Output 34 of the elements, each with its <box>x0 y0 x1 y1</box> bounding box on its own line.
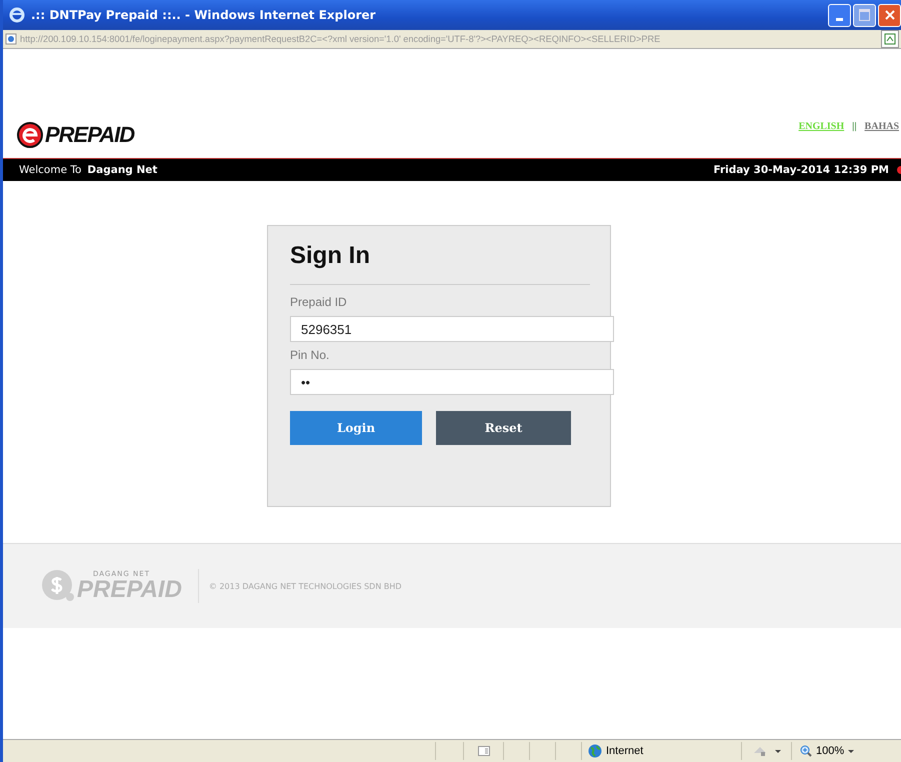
date-time: Friday 30-May-2014 12:39 PM <box>713 164 889 176</box>
protected-mode-button[interactable] <box>752 745 780 757</box>
e-logo-icon <box>17 122 43 148</box>
company-name: Dagang Net <box>87 164 158 176</box>
close-icon <box>884 10 894 20</box>
window-title: .:: DNTPay Prepaid ::.. - Windows Internet Explorer <box>31 8 377 22</box>
zone-text: Internet <box>606 745 644 757</box>
page-icon <box>5 33 17 45</box>
maximize-button[interactable] <box>853 4 876 26</box>
language-link[interactable]: BAHAS <box>864 121 899 132</box>
input-field[interactable]: •• <box>290 369 614 395</box>
logo-text: PREPAID <box>45 122 134 148</box>
input-field[interactable]: 5296351 <box>290 316 614 342</box>
minimize-button[interactable] <box>828 4 851 26</box>
browser-icon <box>9 7 25 23</box>
dollar-logo-icon <box>41 569 75 603</box>
reset-button[interactable]: Reset <box>436 411 571 445</box>
logo-text: PREPAID <box>77 578 182 602</box>
field-label: Pin No. <box>290 348 330 364</box>
dropdown-arrow-icon[interactable] <box>848 750 854 752</box>
house-icon <box>752 745 766 757</box>
picture-frame-icon <box>884 33 896 45</box>
copyright-text: © 2013 DAGANG NET TECHNOLOGIES SDN BHD <box>208 582 402 590</box>
globe-icon <box>588 744 602 758</box>
separator-text: || <box>852 121 857 132</box>
page-icon <box>478 746 490 756</box>
welcome-label: Welcome To <box>19 164 82 176</box>
close-button[interactable] <box>878 4 901 26</box>
compatibility-button[interactable] <box>881 30 899 48</box>
field-label: Prepaid ID <box>290 295 348 311</box>
zoom-icon <box>800 745 812 757</box>
zoom-button[interactable]: 100% <box>800 745 844 757</box>
panel-title: Sign In <box>290 242 371 271</box>
login-button[interactable]: Login <box>290 411 422 445</box>
